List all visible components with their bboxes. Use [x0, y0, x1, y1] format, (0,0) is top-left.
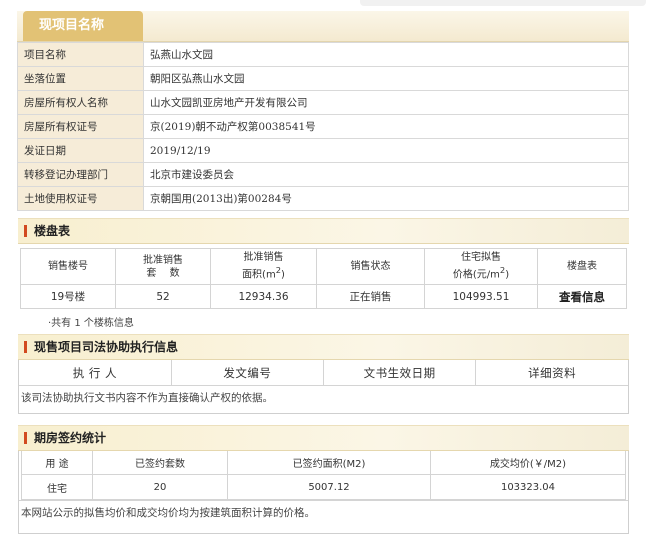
- table-row: 19号楼 52 12934.36 正在销售 104993.51 查看信息: [20, 284, 627, 309]
- signing-section: 期房签约统计 用 途 已签约套数 已签约面积(M2) 成交均价(￥/M2) 住宅…: [18, 425, 629, 534]
- info-value: 2019/12/19: [143, 138, 629, 163]
- signing-title: 期房签约统计: [34, 431, 107, 445]
- judicial-title: 现售项目司法协助执行信息: [34, 340, 179, 354]
- info-row: 土地使用权证号 京朝国用(2013出)第00284号: [17, 186, 629, 211]
- judicial-disclaimer: 该司法协助执行文书内容不作为直接确认产权的依据。: [21, 392, 273, 404]
- approved-area: 12934.36: [210, 284, 317, 309]
- buildings-section: 楼盘表 销售楼号 批准销售套 数 批准销售 面积(m2) 销售状态 住宅拟售 价格(…: [18, 218, 629, 329]
- signing-table: 用 途 已签约套数 已签约面积(M2) 成交均价(￥/M2) 住宅 20 500…: [21, 451, 626, 500]
- building-no: 19号楼: [20, 284, 116, 309]
- info-value: 京(2019)朝不动产权第0038541号: [143, 114, 629, 139]
- col-doc-number: 发文编号: [170, 360, 325, 386]
- col-listed-price: 住宅拟售 价格(元/m2): [424, 248, 538, 285]
- price-disclaimer: 本网站公示的拟售均价和成交均价均为按建筑面积计算的价格。: [19, 500, 628, 533]
- judicial-section: 现售项目司法协助执行信息 执 行 人 发文编号 文书生效日期 详细资料 该司法协…: [18, 334, 629, 414]
- signing-header: 期房签约统计: [18, 425, 629, 451]
- approved-units: 52: [115, 284, 211, 309]
- info-value: 朝阳区弘燕山水文园: [143, 66, 629, 91]
- info-row: 项目名称 弘燕山水文园: [17, 42, 629, 67]
- info-value: 山水文园凯亚房地产开发有限公司: [143, 90, 629, 115]
- judicial-table: 执 行 人 发文编号 文书生效日期 详细资料: [19, 360, 628, 386]
- info-row: 房屋所有权人名称 山水文园凯亚房地产开发有限公司: [17, 90, 629, 115]
- signing-header-row: 用 途 已签约套数 已签约面积(M2) 成交均价(￥/M2): [21, 451, 626, 475]
- info-row: 房屋所有权证号 京(2019)朝不动产权第0038541号: [17, 114, 629, 139]
- judicial-header-row: 执 行 人 发文编号 文书生效日期 详细资料: [19, 360, 628, 386]
- info-value: 北京市建设委员会: [143, 162, 629, 187]
- signed-units: 20: [92, 474, 228, 500]
- table-row: 住宅 20 5007.12 103323.04: [21, 474, 626, 500]
- info-label: 土地使用权证号: [17, 186, 144, 211]
- buildings-table: 销售楼号 批准销售套 数 批准销售 面积(m2) 销售状态 住宅拟售 价格(元/m2…: [20, 248, 627, 309]
- top-shade: [360, 0, 646, 6]
- info-value: 弘燕山水文园: [143, 42, 629, 67]
- info-label: 项目名称: [17, 42, 144, 67]
- judicial-body: 执 行 人 发文编号 文书生效日期 详细资料 该司法协助执行文书内容不作为直接确…: [18, 360, 629, 414]
- buildings-header-row: 销售楼号 批准销售套 数 批准销售 面积(m2) 销售状态 住宅拟售 价格(元/m2…: [20, 248, 627, 285]
- signing-body: 用 途 已签约套数 已签约面积(M2) 成交均价(￥/M2) 住宅 20 500…: [18, 451, 629, 534]
- info-label: 坐落位置: [17, 66, 144, 91]
- col-approved-units: 批准销售套 数: [115, 248, 211, 285]
- section-accent-bar: [24, 432, 27, 444]
- col-signed-area: 已签约面积(M2): [227, 451, 431, 475]
- project-name-tab[interactable]: 现项目名称: [23, 11, 143, 41]
- col-approved-area: 批准销售 面积(m2): [210, 248, 317, 285]
- col-effective-date: 文书生效日期: [322, 360, 477, 386]
- col-usage: 用 途: [21, 451, 93, 475]
- info-row: 转移登记办理部门 北京市建设委员会: [17, 162, 629, 187]
- section-accent-bar: [24, 341, 27, 353]
- section-accent-bar: [24, 225, 27, 237]
- info-row: 坐落位置 朝阳区弘燕山水文园: [17, 66, 629, 91]
- avg-price: 103323.04: [430, 474, 626, 500]
- col-signed-units: 已签约套数: [92, 451, 228, 475]
- info-label: 发证日期: [17, 138, 144, 163]
- col-building-no: 销售楼号: [20, 248, 116, 285]
- col-details: 详细资料: [475, 360, 628, 386]
- info-row: 发证日期 2019/12/19: [17, 138, 629, 163]
- listed-price: 104993.51: [424, 284, 538, 309]
- col-avg-price: 成交均价(￥/M2): [430, 451, 626, 475]
- view-info-link[interactable]: 查看信息: [537, 284, 627, 309]
- info-value: 京朝国用(2013出)第00284号: [143, 186, 629, 211]
- col-building-table: 楼盘表: [537, 248, 627, 285]
- building-count-note: ·共有 1 个楼栋信息: [48, 318, 134, 329]
- project-tab-row: 现项目名称: [17, 11, 629, 42]
- project-info-section: 现项目名称 项目名称 弘燕山水文园 坐落位置 朝阳区弘燕山水文园 房屋所有权人名称山…: [17, 11, 629, 211]
- signed-area: 5007.12: [227, 474, 431, 500]
- sale-status: 正在销售: [316, 284, 425, 309]
- col-sale-status: 销售状态: [316, 248, 425, 285]
- info-label: 转移登记办理部门: [17, 162, 144, 187]
- judicial-header: 现售项目司法协助执行信息: [18, 334, 629, 360]
- buildings-header: 楼盘表: [18, 218, 629, 244]
- col-executor: 执 行 人: [19, 360, 172, 386]
- buildings-title: 楼盘表: [34, 224, 71, 238]
- project-info-table: 项目名称 弘燕山水文园 坐落位置 朝阳区弘燕山水文园 房屋所有权人名称 山水文园凯亚房…: [17, 42, 629, 211]
- info-label: 房屋所有权证号: [17, 114, 144, 139]
- info-label: 房屋所有权人名称: [17, 90, 144, 115]
- usage: 住宅: [21, 474, 93, 500]
